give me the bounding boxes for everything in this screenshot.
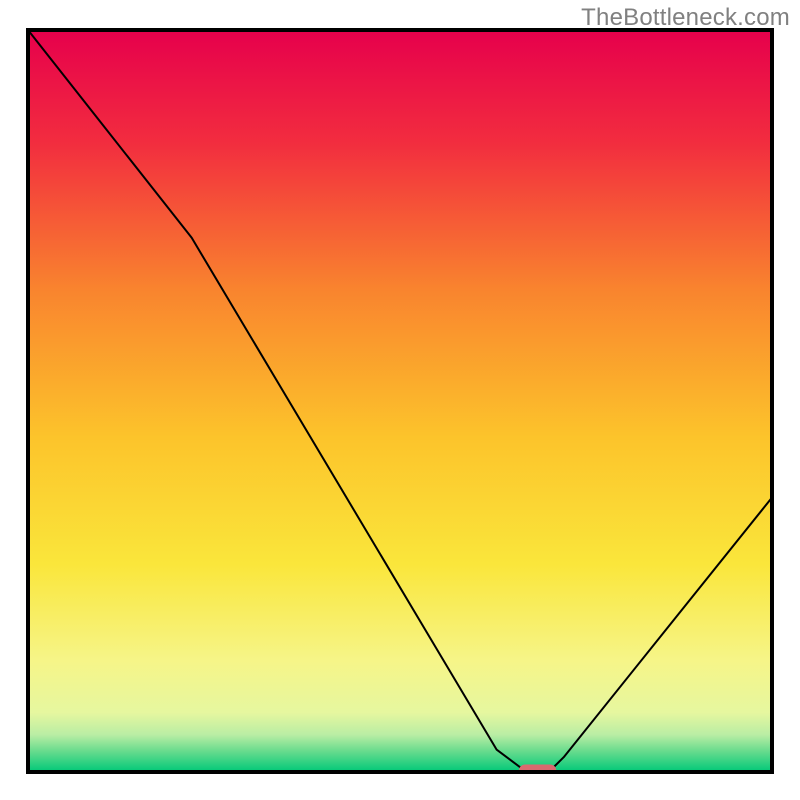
watermark-text: TheBottleneck.com	[581, 4, 790, 32]
chart-container: TheBottleneck.com	[0, 0, 800, 800]
bottleneck-chart	[0, 0, 800, 800]
gradient-background	[28, 30, 772, 772]
